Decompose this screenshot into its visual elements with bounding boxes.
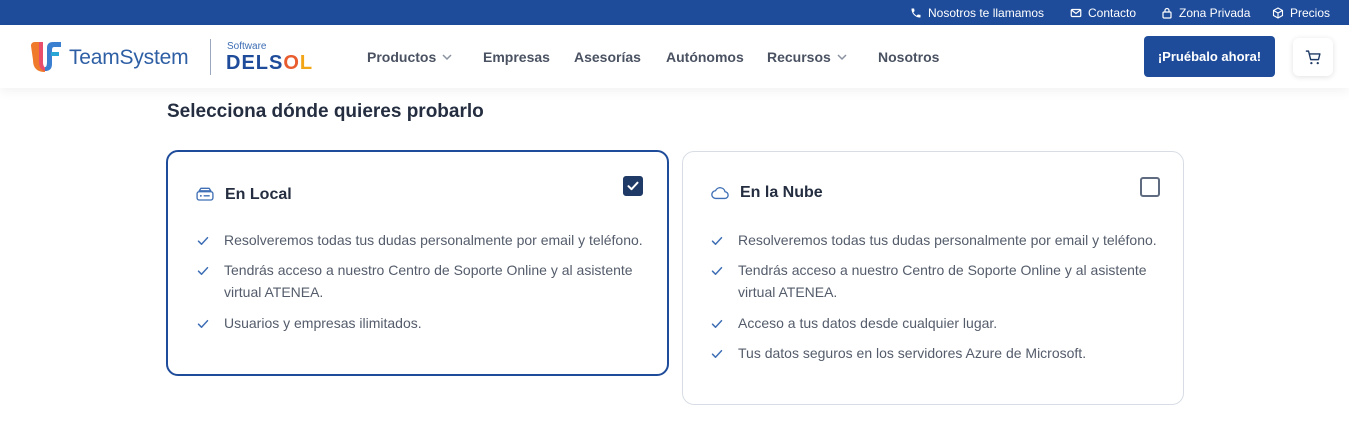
option-checkbox-nube[interactable] bbox=[1140, 177, 1160, 197]
chevron-down-icon bbox=[837, 53, 847, 60]
list-item: Resolveremos todas tus dudas personalmen… bbox=[711, 229, 1161, 251]
cloud-icon bbox=[711, 187, 729, 200]
nav-item-nosotros[interactable]: Nosotros bbox=[878, 25, 939, 88]
hard-drive-icon bbox=[196, 187, 214, 201]
check-icon bbox=[711, 266, 723, 275]
feature-text: Resolveremos todas tus dudas personalmen… bbox=[224, 232, 643, 248]
nav-item-autonomos[interactable]: Autónomos bbox=[666, 25, 744, 88]
private-zone-link[interactable]: Zona Privada bbox=[1161, 0, 1250, 25]
software-label: Software bbox=[227, 41, 267, 52]
check-icon bbox=[711, 349, 723, 358]
nav-item-label: Asesorías bbox=[574, 48, 641, 65]
phone-icon bbox=[911, 8, 921, 17]
option-card-nube[interactable]: En la Nube Resolveremos todas tus dudas … bbox=[682, 151, 1184, 405]
contact-link[interactable]: Contacto bbox=[1070, 0, 1136, 25]
check-icon bbox=[711, 236, 723, 245]
option-title-local: En Local bbox=[195, 185, 292, 205]
teamsystem-logo-icon[interactable] bbox=[29, 40, 63, 72]
list-item: Acceso a tus datos desde cualquier lugar… bbox=[711, 312, 1161, 334]
feature-text: Acceso a tus datos desde cualquier lugar… bbox=[738, 315, 998, 331]
chevron-down-icon bbox=[442, 53, 452, 60]
cart-icon bbox=[1305, 49, 1321, 64]
delsol-logo-part-c: L bbox=[299, 52, 314, 74]
prices-link[interactable]: Precios bbox=[1272, 0, 1330, 25]
private-zone-label: Zona Privada bbox=[1179, 5, 1251, 20]
delsol-logo-part-a: DELS bbox=[226, 52, 284, 74]
delsol-logo-part-b: O bbox=[283, 52, 300, 74]
option-title-label: En la Nube bbox=[740, 184, 823, 201]
nav-item-label: Recursos bbox=[767, 48, 831, 65]
feature-text: Tendrás acceso a nuestro Centro de Sopor… bbox=[224, 262, 633, 300]
check-icon bbox=[197, 319, 209, 328]
feature-text: Tendrás acceso a nuestro Centro de Sopor… bbox=[738, 262, 1147, 300]
nav-item-label: Empresas bbox=[483, 48, 550, 65]
check-icon bbox=[197, 266, 209, 275]
brand-divider bbox=[210, 39, 211, 75]
feature-list-nube: Resolveremos todas tus dudas personalmen… bbox=[711, 229, 1161, 364]
contact-label: Contacto bbox=[1088, 5, 1137, 20]
try-now-button[interactable]: ¡Pruébalo ahora! bbox=[1144, 36, 1275, 77]
nav-item-productos[interactable]: Productos bbox=[367, 25, 452, 88]
option-checkbox-local[interactable] bbox=[623, 176, 643, 196]
prices-label: Precios bbox=[1290, 5, 1331, 20]
feature-list-local: Resolveremos todas tus dudas personalmen… bbox=[197, 229, 647, 334]
list-item: Resolveremos todas tus dudas personalmen… bbox=[197, 229, 647, 251]
cart-button[interactable] bbox=[1293, 38, 1333, 76]
page-title: Selecciona dónde quieres probarlo bbox=[167, 101, 484, 122]
check-icon bbox=[197, 236, 209, 245]
mail-icon bbox=[1070, 8, 1082, 17]
top-bar: Nosotros te llamamos Contacto Zona Priva… bbox=[0, 0, 1349, 25]
main-header: TeamSystem Software DELSOL Productos Emp… bbox=[0, 25, 1349, 88]
brand-name: TeamSystem bbox=[69, 46, 189, 69]
nav-item-asesorias[interactable]: Asesorías bbox=[574, 25, 641, 88]
nav-item-label: Autónomos bbox=[666, 48, 744, 65]
call-us-link[interactable]: Nosotros te llamamos bbox=[910, 0, 1044, 25]
nav-item-label: Nosotros bbox=[878, 48, 940, 65]
lock-icon bbox=[1162, 7, 1172, 19]
checkmark-icon bbox=[627, 181, 639, 191]
list-item: Tendrás acceso a nuestro Centro de Sopor… bbox=[197, 259, 647, 303]
list-item: Usuarios y empresas ilimitados. bbox=[197, 312, 647, 334]
check-icon bbox=[711, 319, 723, 328]
nav-item-empresas[interactable]: Empresas bbox=[483, 25, 550, 88]
box-icon bbox=[1272, 6, 1284, 19]
list-item: Tus datos seguros en los servidores Azur… bbox=[711, 342, 1161, 364]
nav-item-label: Productos bbox=[367, 48, 437, 65]
feature-text: Tus datos seguros en los servidores Azur… bbox=[738, 345, 1087, 361]
option-title-nube: En la Nube bbox=[710, 183, 823, 203]
delsol-logo[interactable]: DELSOL bbox=[226, 52, 313, 75]
nav-item-recursos[interactable]: Recursos bbox=[767, 25, 847, 88]
feature-text: Resolveremos todas tus dudas personalmen… bbox=[738, 232, 1157, 248]
option-card-local[interactable]: En Local Resolveremos todas tus dudas pe… bbox=[166, 150, 669, 376]
feature-text: Usuarios y empresas ilimitados. bbox=[224, 315, 422, 331]
list-item: Tendrás acceso a nuestro Centro de Sopor… bbox=[711, 259, 1161, 303]
call-us-label: Nosotros te llamamos bbox=[928, 5, 1045, 20]
option-title-label: En Local bbox=[225, 186, 292, 203]
